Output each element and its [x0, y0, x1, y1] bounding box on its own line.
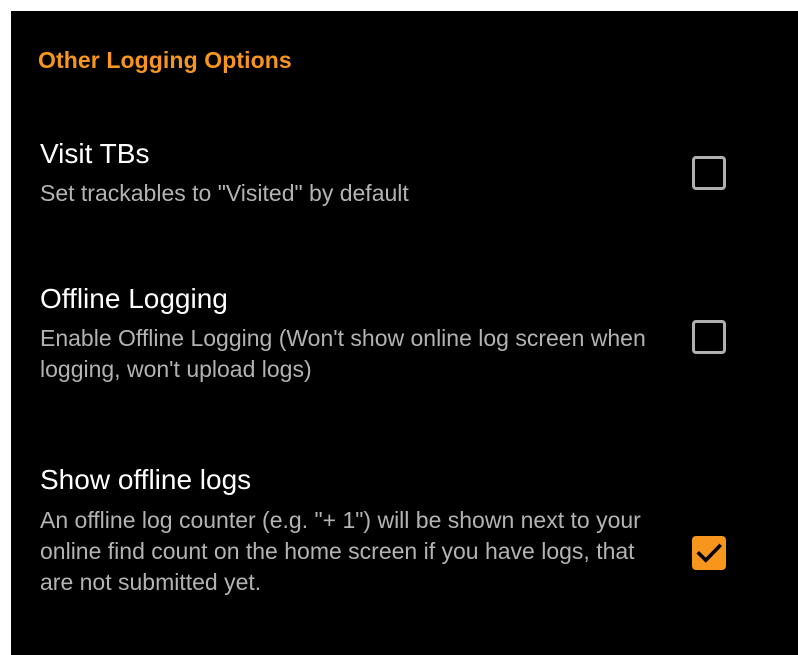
- offline-logging-checkbox[interactable]: [692, 320, 726, 354]
- preference-offline-logging[interactable]: Offline Logging Enable Offline Logging (…: [11, 278, 798, 408]
- checkmark-icon: [696, 543, 723, 563]
- visit-tbs-checkbox[interactable]: [692, 156, 726, 190]
- preference-title: Offline Logging: [40, 283, 228, 314]
- preference-summary: An offline log counter (e.g. "+ 1") will…: [40, 507, 641, 595]
- preference-summary: Enable Offline Logging (Won't show onlin…: [40, 325, 646, 382]
- preferences-screen: Other Logging Options Visit TBs Set trac…: [11, 11, 798, 655]
- preference-visit-tbs[interactable]: Visit TBs Set trackables to "Visited" by…: [11, 129, 798, 229]
- preference-show-offline-logs[interactable]: Show offline logs An offline log counter…: [11, 463, 798, 655]
- preference-title: Visit TBs: [40, 138, 150, 169]
- show-offline-logs-checkbox[interactable]: [692, 536, 726, 570]
- preference-summary: Set trackables to "Visited" by default: [40, 180, 409, 206]
- preference-title: Show offline logs: [40, 464, 252, 495]
- section-header: Other Logging Options: [38, 47, 292, 73]
